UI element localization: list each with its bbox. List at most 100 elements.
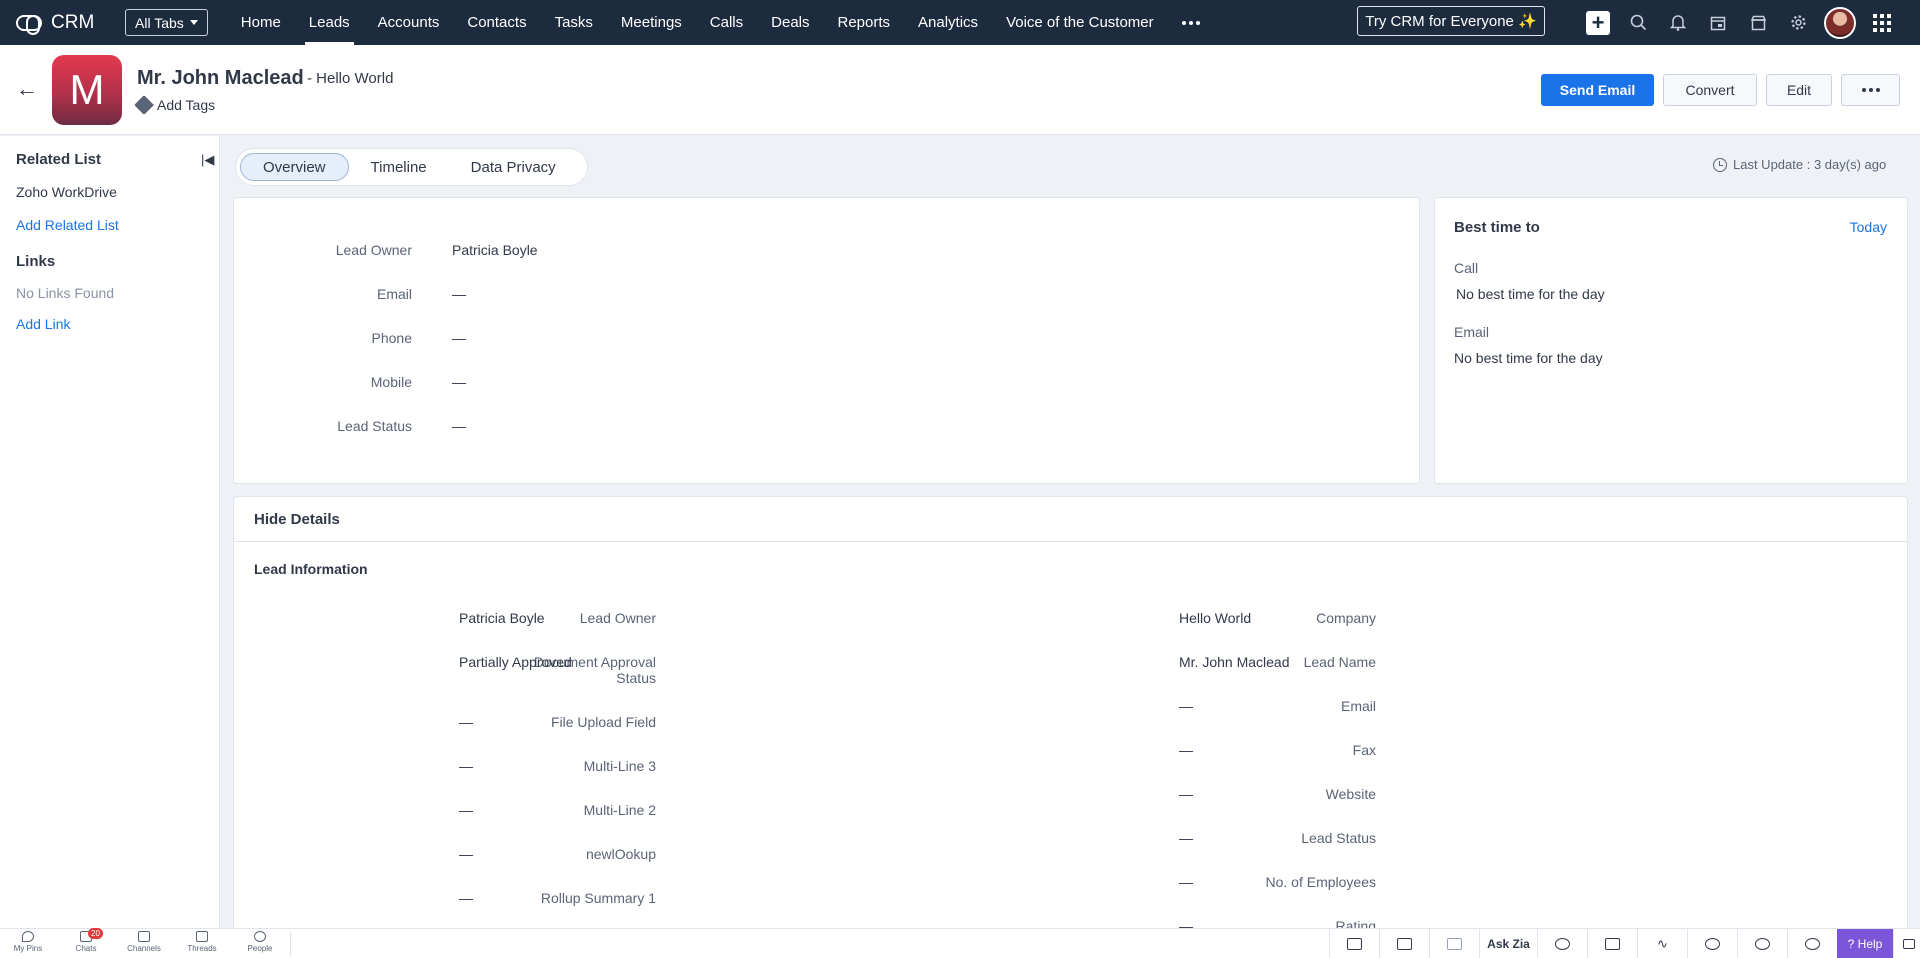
email-best-time: No best time for the day bbox=[1454, 350, 1603, 366]
convert-button[interactable]: Convert bbox=[1663, 74, 1757, 106]
field-value-file-upload[interactable]: — bbox=[459, 714, 473, 730]
people-button[interactable]: People bbox=[240, 931, 280, 953]
related-list-sidebar: Related List |◀ Zoho WorkDrive Add Relat… bbox=[0, 136, 220, 928]
links-title: Links bbox=[16, 253, 56, 270]
nav-deals[interactable]: Deals bbox=[757, 0, 823, 45]
marketplace-icon[interactable] bbox=[1738, 0, 1778, 45]
send-email-button[interactable]: Send Email bbox=[1541, 74, 1654, 106]
field-value-mobile[interactable]: — bbox=[452, 374, 466, 390]
nav-home[interactable]: Home bbox=[227, 0, 295, 45]
nav-tasks[interactable]: Tasks bbox=[541, 0, 607, 45]
all-tabs-dropdown[interactable]: All Tabs bbox=[125, 9, 208, 36]
field-value-email[interactable]: — bbox=[1179, 698, 1193, 714]
field-value-lead-status[interactable]: — bbox=[452, 418, 466, 434]
accessibility-icon[interactable] bbox=[1787, 929, 1837, 958]
ask-zia-button[interactable]: Ask Zia bbox=[1479, 929, 1537, 958]
tab-data-privacy[interactable]: Data Privacy bbox=[449, 153, 578, 181]
clock-icon bbox=[1713, 157, 1727, 172]
nav-meetings[interactable]: Meetings bbox=[607, 0, 696, 45]
bottom-right-tools: Ask Zia ∿ ? Help bbox=[1329, 929, 1920, 958]
alarm-icon[interactable] bbox=[1687, 929, 1737, 958]
field-value-multi-line-3[interactable]: — bbox=[459, 758, 473, 774]
field-label: Lead Status bbox=[1301, 830, 1376, 846]
bottom-label: People bbox=[247, 944, 273, 953]
nav-analytics[interactable]: Analytics bbox=[904, 0, 992, 45]
add-related-list-link[interactable]: Add Related List bbox=[16, 217, 119, 233]
help-button[interactable]: ? Help bbox=[1837, 929, 1893, 958]
chats-button[interactable]: 20 Chats bbox=[66, 928, 106, 953]
app-grid-icon[interactable] bbox=[1862, 0, 1902, 45]
field-label: Mobile bbox=[370, 374, 412, 390]
field-value-no-of-employees[interactable]: — bbox=[1179, 874, 1193, 890]
video-icon[interactable] bbox=[1379, 929, 1429, 958]
details-card: Hide Details Lead Information Lead Owner… bbox=[233, 496, 1908, 936]
channels-icon bbox=[138, 931, 150, 942]
signature-icon[interactable]: ∿ bbox=[1637, 929, 1687, 958]
field-label: Phone bbox=[371, 330, 412, 346]
last-update: Last Update : 3 day(s) ago bbox=[1713, 157, 1886, 172]
sidebar-item-zoho-workdrive[interactable]: Zoho WorkDrive bbox=[16, 184, 117, 200]
feedback-icon[interactable] bbox=[1893, 929, 1920, 958]
field-value-rollup-summary-1[interactable]: — bbox=[459, 890, 473, 906]
caret-down-icon bbox=[189, 20, 198, 25]
nav-leads[interactable]: Leads bbox=[295, 0, 364, 45]
gear-icon[interactable] bbox=[1778, 0, 1818, 45]
today-dropdown[interactable]: Today bbox=[1850, 219, 1887, 235]
nav-calls[interactable]: Calls bbox=[696, 0, 757, 45]
callback-icon[interactable] bbox=[1587, 929, 1637, 958]
field-value-multi-line-2[interactable]: — bbox=[459, 802, 473, 818]
signals-icon[interactable] bbox=[1537, 929, 1587, 958]
record-name: Mr. John Maclead bbox=[137, 67, 304, 89]
megaphone-icon[interactable] bbox=[1429, 929, 1479, 958]
nav-accounts[interactable]: Accounts bbox=[364, 0, 454, 45]
lead-information-heading: Lead Information bbox=[254, 561, 368, 577]
record-avatar: M bbox=[52, 55, 122, 125]
try-crm-button[interactable]: Try CRM for Everyone ✨ bbox=[1357, 6, 1545, 36]
field-value-phone[interactable]: — bbox=[452, 330, 466, 346]
more-actions-button[interactable] bbox=[1841, 74, 1900, 106]
back-arrow-icon[interactable]: ← bbox=[16, 76, 38, 102]
plus-icon: + bbox=[1586, 10, 1610, 35]
brand[interactable]: CRM bbox=[16, 12, 108, 35]
threads-button[interactable]: Threads bbox=[182, 931, 222, 953]
field-value-website[interactable]: — bbox=[1179, 786, 1193, 802]
add-tags-button[interactable]: Add Tags bbox=[134, 95, 215, 115]
field-value-lead-status[interactable]: — bbox=[1179, 830, 1193, 846]
hide-details-toggle[interactable]: Hide Details bbox=[254, 511, 340, 528]
bell-icon[interactable] bbox=[1658, 0, 1698, 45]
calendar-icon[interactable] bbox=[1698, 0, 1738, 45]
nav-voice-of-the-customer[interactable]: Voice of the Customer bbox=[992, 0, 1168, 45]
tab-overview[interactable]: Overview bbox=[240, 153, 349, 181]
field-value-fax[interactable]: — bbox=[1179, 742, 1193, 758]
nav-reports[interactable]: Reports bbox=[824, 0, 905, 45]
field-label: Lead Owner bbox=[579, 610, 656, 626]
more-tabs-icon[interactable] bbox=[1168, 0, 1214, 45]
field-label: No. of Employees bbox=[1265, 874, 1377, 890]
desk-icon[interactable] bbox=[1329, 929, 1379, 958]
search-icon[interactable] bbox=[1618, 0, 1658, 45]
pin-icon bbox=[22, 931, 34, 942]
field-value-lead-name[interactable]: Mr. John Maclead bbox=[1179, 654, 1290, 670]
history-icon[interactable] bbox=[1737, 929, 1787, 958]
nav-contacts[interactable]: Contacts bbox=[453, 0, 540, 45]
field-value-email[interactable]: — bbox=[452, 286, 466, 302]
tab-timeline[interactable]: Timeline bbox=[349, 153, 449, 181]
last-update-text: Last Update : 3 day(s) ago bbox=[1733, 157, 1887, 172]
people-icon bbox=[254, 931, 266, 942]
field-value-document-approval-status[interactable]: Partially Approved bbox=[459, 654, 572, 670]
user-avatar[interactable] bbox=[1824, 6, 1856, 39]
record-header: ← M Mr. John Maclead - Hello World Add T… bbox=[0, 45, 1920, 135]
create-button[interactable]: + bbox=[1578, 0, 1618, 45]
edit-button[interactable]: Edit bbox=[1766, 74, 1832, 106]
top-nav-bar: CRM All Tabs Home Leads Accounts Contact… bbox=[0, 0, 1920, 45]
channels-button[interactable]: Channels bbox=[124, 931, 164, 953]
my-pins-button[interactable]: My Pins bbox=[8, 931, 48, 953]
bottom-label: Threads bbox=[187, 944, 217, 953]
collapse-sidebar-icon[interactable]: |◀ bbox=[201, 152, 214, 168]
bottom-bar: My Pins 20 Chats Channels Threads People… bbox=[0, 928, 1920, 958]
field-value-lead-owner[interactable]: Patricia Boyle bbox=[459, 610, 545, 626]
field-value-newlookup[interactable]: — bbox=[459, 846, 473, 862]
field-value-company[interactable]: Hello World bbox=[1179, 610, 1251, 626]
add-link[interactable]: Add Link bbox=[16, 316, 70, 332]
field-value-lead-owner[interactable]: Patricia Boyle bbox=[452, 242, 538, 258]
